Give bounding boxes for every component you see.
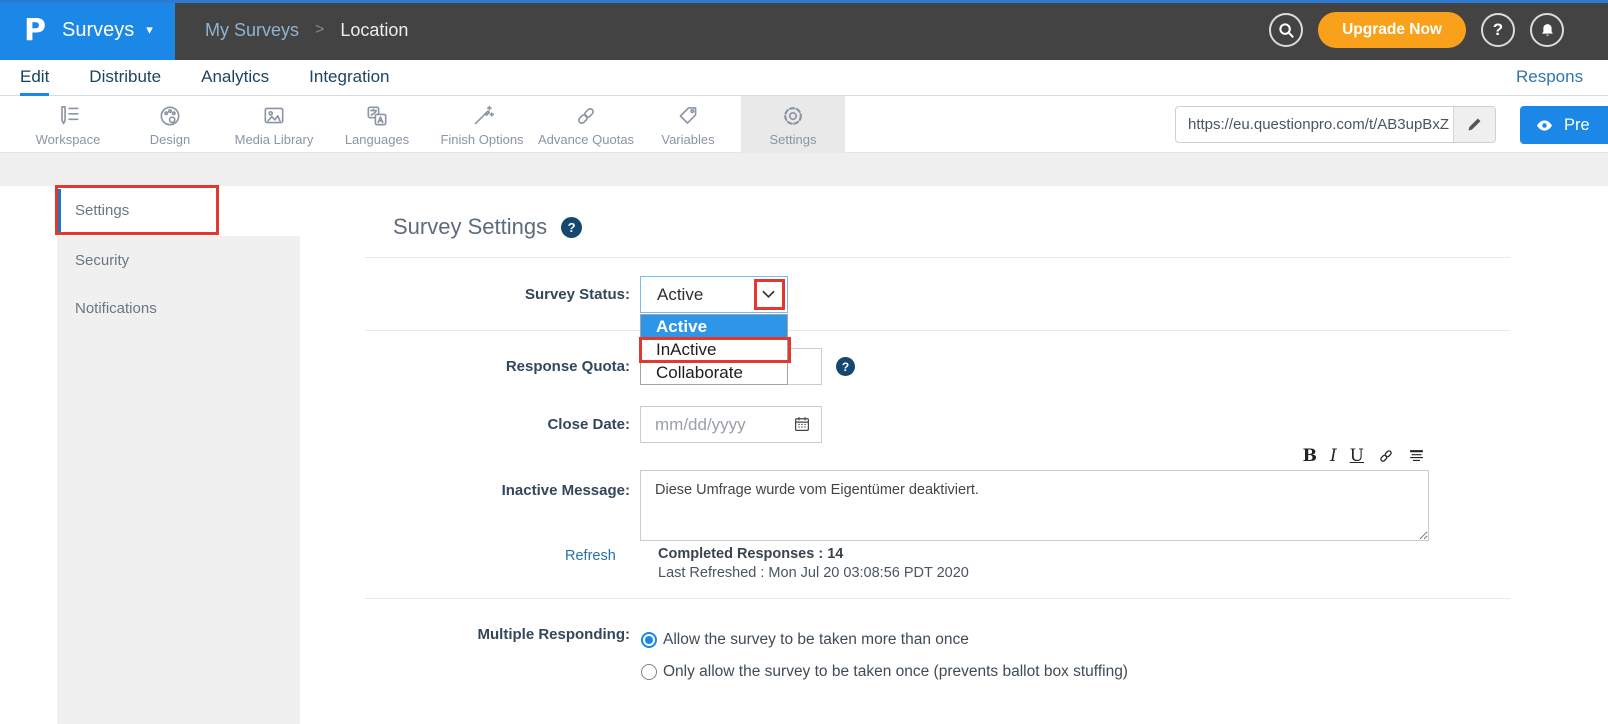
sidebar-item-label: Security — [75, 252, 129, 269]
variables-tag-icon — [675, 103, 701, 129]
finish-options-icon — [469, 103, 495, 129]
divider — [365, 598, 1510, 599]
radio-selected-icon[interactable] — [641, 632, 657, 648]
bold-button[interactable]: B — [1303, 448, 1317, 465]
help-icon: ? — [1493, 20, 1503, 40]
sidebar-item-notifications[interactable]: Notifications — [57, 284, 300, 332]
tab-integration[interactable]: Integration — [309, 60, 389, 96]
toolbar-item-workspace[interactable]: Workspace — [13, 96, 123, 153]
surveys-product-menu[interactable]: P Surveys ▾ — [0, 0, 175, 60]
questionpro-settings-page: P Surveys ▾ My Surveys > Location Upgrad… — [0, 0, 1608, 724]
help-button[interactable]: ? — [1481, 13, 1515, 47]
bell-icon — [1538, 21, 1557, 40]
notifications-button[interactable] — [1530, 13, 1564, 47]
title-row: Survey Settings ? — [393, 214, 582, 240]
survey-tabbar: Edit Distribute Analytics Integration Re… — [0, 60, 1608, 96]
response-quota-help-icon[interactable]: ? — [836, 357, 855, 376]
survey-url-input[interactable] — [1176, 107, 1453, 142]
tab-distribute[interactable]: Distribute — [89, 60, 161, 96]
breadcrumb-my-surveys[interactable]: My Surveys — [205, 20, 299, 41]
option-inactive[interactable]: InActive — [641, 338, 787, 361]
settings-sidebar: Security Notifications — [57, 236, 300, 724]
settings-content: Settings Security Notifications Survey S… — [0, 186, 1608, 724]
tab-analytics[interactable]: Analytics — [201, 60, 269, 96]
breadcrumb-separator: > — [315, 21, 324, 39]
close-date-input[interactable] — [640, 406, 822, 443]
survey-status-select[interactable]: Active — [640, 276, 788, 313]
inactive-message-label: Inactive Message: — [360, 482, 630, 499]
tabs: Edit Distribute Analytics Integration — [20, 60, 389, 96]
breadcrumb: My Surveys > Location — [205, 0, 408, 60]
search-icon — [1276, 20, 1296, 40]
tab-edit[interactable]: Edit — [20, 60, 49, 96]
survey-url-field — [1175, 106, 1496, 143]
edit-toolbar: Workspace Design Media Library Languages… — [0, 96, 1608, 153]
preview-label: Pre — [1564, 116, 1590, 135]
media-library-icon — [261, 103, 287, 129]
sidebar-item-label: Notifications — [75, 300, 157, 317]
responses-link[interactable]: Respons — [1516, 60, 1583, 94]
option-active[interactable]: Active — [641, 315, 787, 338]
toolbar-item-variables[interactable]: Variables — [633, 96, 743, 153]
close-date-label: Close Date: — [360, 416, 630, 433]
advance-quotas-icon — [573, 103, 599, 129]
upgrade-now-button[interactable]: Upgrade Now — [1318, 12, 1466, 48]
last-refreshed-text: Last Refreshed : Mon Jul 20 03:08:56 PDT… — [658, 565, 969, 581]
toolbar-item-design[interactable]: Design — [115, 96, 225, 153]
preview-button[interactable]: Pre — [1520, 106, 1608, 144]
toolbar-item-settings[interactable]: Settings — [741, 96, 845, 153]
italic-button[interactable]: I — [1330, 448, 1337, 465]
page-background-strip — [0, 153, 1608, 186]
inactive-message-textarea[interactable]: Diese Umfrage wurde vom Eigentümer deakt… — [640, 470, 1429, 541]
app-header: P Surveys ▾ My Surveys > Location Upgrad… — [0, 0, 1608, 60]
message-format-toolbar: B I U — [1285, 447, 1425, 465]
link-icon — [1377, 447, 1395, 465]
page-title: Survey Settings — [393, 214, 547, 240]
workspace-icon — [55, 103, 81, 129]
caret-down-icon: ▾ — [146, 22, 153, 38]
edit-url-button[interactable] — [1453, 107, 1495, 142]
divider — [365, 257, 1510, 258]
questionpro-logo: P — [24, 13, 46, 48]
toolbar-item-advance-quotas[interactable]: Advance Quotas — [531, 96, 641, 153]
refresh-link[interactable]: Refresh — [565, 548, 616, 564]
underline-button[interactable]: U — [1350, 448, 1364, 465]
edit-pencil-icon — [1466, 116, 1483, 133]
toolbar-item-finish-options[interactable]: Finish Options — [427, 96, 537, 153]
survey-settings-help-icon[interactable]: ? — [561, 217, 582, 238]
header-actions: Upgrade Now ? — [1269, 0, 1564, 60]
sidebar-item-security[interactable]: Security — [57, 236, 300, 284]
sidebar-item-settings[interactable]: Settings — [57, 189, 217, 232]
divider — [365, 330, 1510, 331]
radio-unselected-icon[interactable] — [641, 664, 657, 680]
insert-link-button[interactable] — [1377, 447, 1395, 465]
breadcrumb-current-survey: Location — [340, 20, 408, 41]
toolbar-item-languages[interactable]: Languages — [322, 96, 432, 153]
survey-status-dropdown: Active InActive Collaborate — [640, 314, 788, 385]
search-button[interactable] — [1269, 13, 1303, 47]
align-icon — [1408, 448, 1425, 465]
close-date-field — [640, 406, 822, 443]
completed-responses-text: Completed Responses : 14 — [658, 546, 843, 562]
align-button[interactable] — [1408, 448, 1425, 465]
option-collaborate[interactable]: Collaborate — [641, 361, 787, 384]
settings-gear-icon — [780, 103, 806, 129]
multiple-responding-label: Multiple Responding: — [330, 626, 630, 643]
product-name: Surveys — [62, 19, 134, 42]
top-accent-line — [0, 0, 1608, 3]
survey-status-value: Active — [657, 277, 703, 312]
eye-icon — [1534, 118, 1555, 133]
chevron-down-icon — [762, 290, 775, 299]
languages-icon — [364, 103, 390, 129]
design-palette-icon — [157, 103, 183, 129]
toolbar-item-media-library[interactable]: Media Library — [219, 96, 329, 153]
sidebar-item-label: Settings — [75, 202, 129, 219]
survey-status-label: Survey Status: — [360, 286, 630, 303]
radio-option-once-only[interactable]: Only allow the survey to be taken once (… — [641, 663, 1128, 681]
response-quota-label: Response Quota: — [360, 358, 630, 375]
radio-option-multiple-allowed[interactable]: Allow the survey to be taken more than o… — [641, 631, 969, 649]
